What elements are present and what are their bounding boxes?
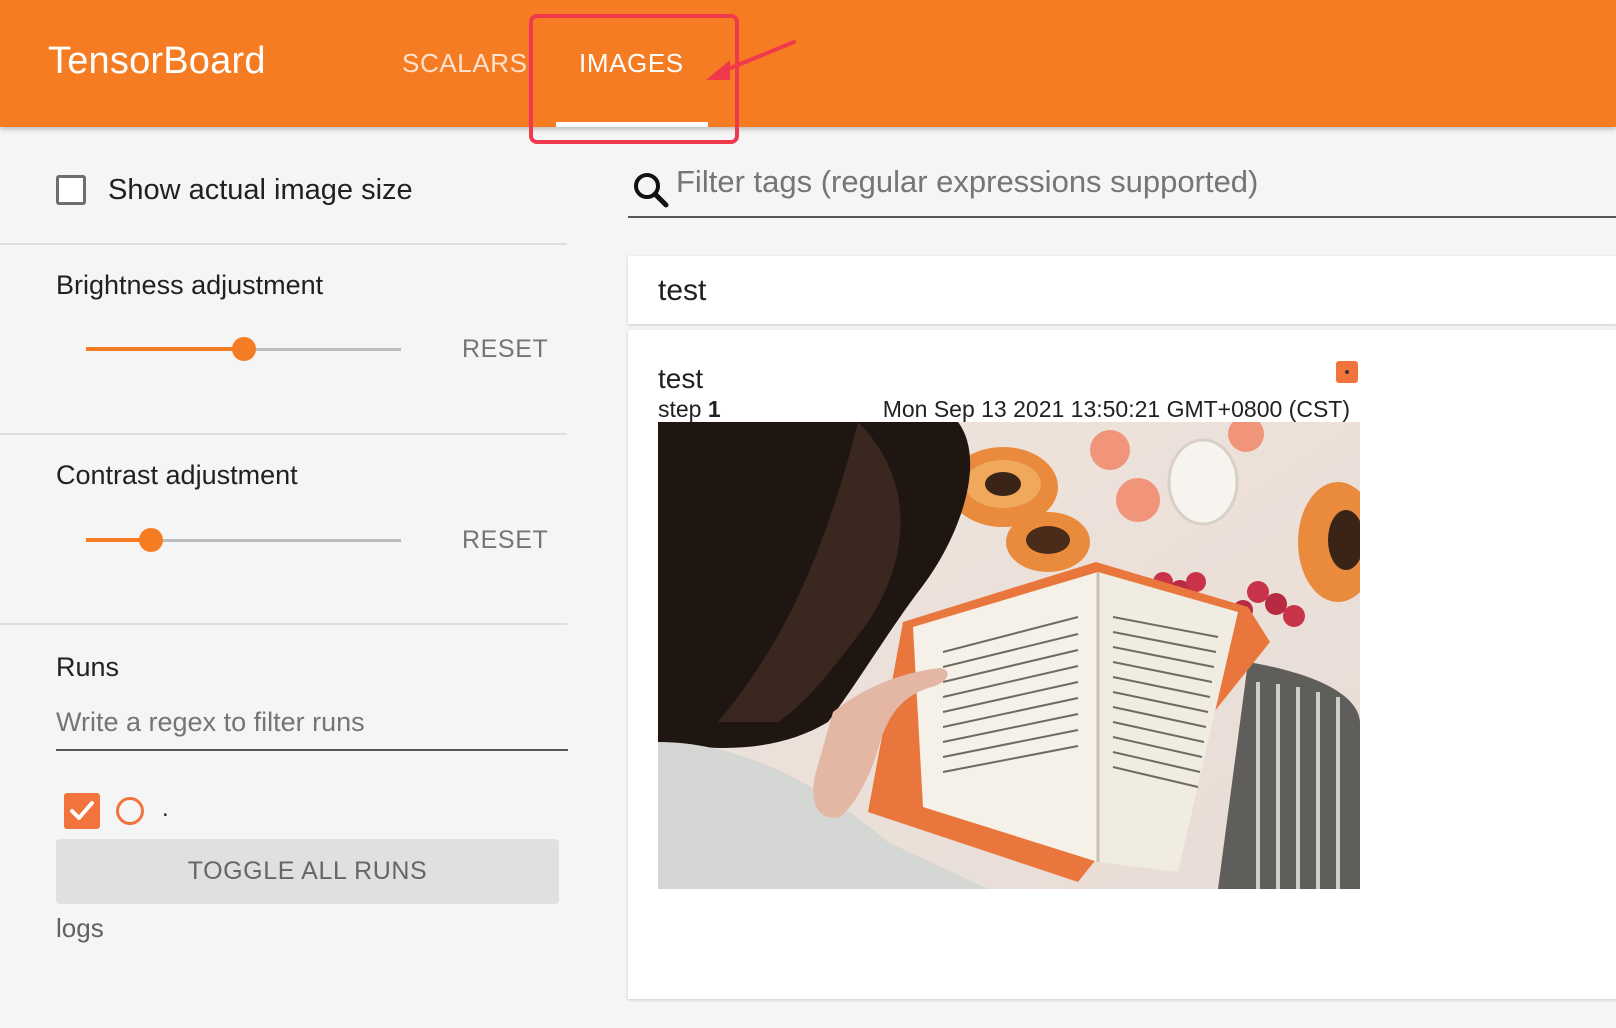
app-title: TensorBoard xyxy=(48,40,266,82)
show-actual-size-checkbox[interactable] xyxy=(56,175,86,205)
run-color-indicator[interactable] xyxy=(116,797,144,825)
image-card: test step 1 Mon Sep 13 2021 13:50:21 GMT… xyxy=(628,330,1616,999)
category-header[interactable]: test xyxy=(628,256,1616,324)
run-checkbox[interactable] xyxy=(64,793,100,829)
contrast-reset-button[interactable]: RESET xyxy=(462,526,548,555)
divider xyxy=(0,433,567,435)
image-timestamp: Mon Sep 13 2021 13:50:21 GMT+0800 (CST) xyxy=(882,396,1350,422)
runs-filter-input[interactable]: Write a regex to filter runs xyxy=(56,707,568,751)
runs-title: Runs xyxy=(56,652,120,682)
tab-scalars[interactable]: SCALARS xyxy=(402,48,528,79)
category-title: test xyxy=(658,274,707,307)
summary-image xyxy=(658,422,1360,889)
image-tag-name: test xyxy=(658,363,704,394)
brightness-slider-fill xyxy=(86,347,244,351)
step-indicator: step 1 xyxy=(658,396,721,423)
step-label: step xyxy=(658,396,702,422)
brightness-reset-button[interactable]: RESET xyxy=(462,335,548,364)
run-label: . xyxy=(162,795,169,822)
top-app-bar: TensorBoard SCALARS IMAGES xyxy=(0,0,1616,127)
tag-filter-input[interactable]: Filter tags (regular expressions support… xyxy=(628,160,1616,218)
divider xyxy=(0,623,567,625)
brightness-label: Brightness adjustment xyxy=(56,270,324,300)
show-actual-size-label: Show actual image size xyxy=(108,174,413,206)
contrast-label: Contrast adjustment xyxy=(56,460,298,490)
annotation-arrow-icon xyxy=(706,40,796,80)
runs-filter-placeholder: Write a regex to filter runs xyxy=(56,707,365,737)
brightness-slider-knob[interactable] xyxy=(232,337,256,361)
divider xyxy=(0,243,567,245)
contrast-slider-knob[interactable] xyxy=(139,528,163,552)
tag-filter-placeholder: Filter tags (regular expressions support… xyxy=(676,164,1259,199)
photo-reading-book xyxy=(658,422,1360,889)
logdir-label: logs xyxy=(56,913,104,943)
step-value: 1 xyxy=(707,396,721,422)
toggle-all-runs-button[interactable]: TOGGLE ALL RUNS xyxy=(56,839,559,904)
run-badge xyxy=(1336,361,1358,383)
search-icon xyxy=(634,173,669,208)
check-icon xyxy=(70,801,94,820)
